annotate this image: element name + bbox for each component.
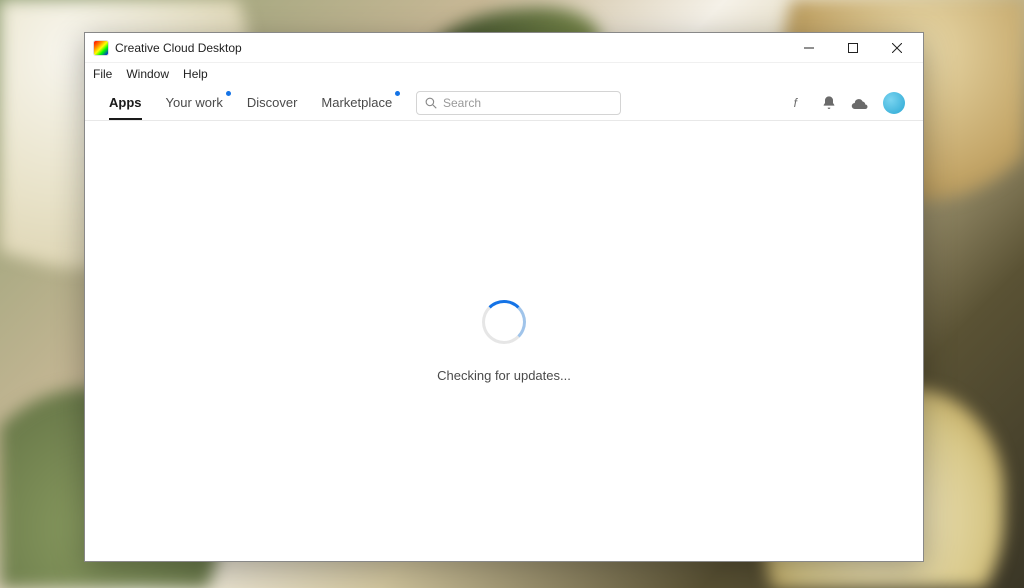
notifications-button[interactable] — [821, 95, 837, 111]
menu-window[interactable]: Window — [126, 67, 169, 81]
tab-marketplace[interactable]: Marketplace — [309, 85, 404, 120]
cloud-icon — [851, 95, 869, 111]
fonts-button[interactable]: f — [791, 95, 807, 111]
loading-spinner-icon — [482, 300, 526, 344]
toolbar-right: f — [791, 92, 905, 114]
window-title: Creative Cloud Desktop — [115, 41, 242, 55]
tab-your-work[interactable]: Your work — [154, 85, 235, 120]
minimize-button[interactable] — [787, 34, 831, 62]
menu-help[interactable]: Help — [183, 67, 208, 81]
close-icon — [892, 43, 902, 53]
content-area: Checking for updates... — [85, 121, 923, 561]
search-icon — [425, 97, 437, 109]
tab-label: Your work — [166, 95, 223, 110]
search-input[interactable] — [443, 96, 612, 110]
font-icon: f — [791, 95, 807, 111]
search-box[interactable] — [416, 91, 621, 115]
bell-icon — [821, 95, 837, 111]
titlebar: Creative Cloud Desktop — [85, 33, 923, 63]
maximize-button[interactable] — [831, 34, 875, 62]
tab-label: Marketplace — [321, 95, 392, 110]
tab-label: Discover — [247, 95, 298, 110]
notification-dot-icon — [226, 91, 231, 96]
tab-label: Apps — [109, 95, 142, 110]
minimize-icon — [804, 43, 814, 53]
svg-text:f: f — [794, 96, 799, 110]
status-message: Checking for updates... — [437, 368, 571, 383]
menubar: File Window Help — [85, 63, 923, 85]
user-avatar[interactable] — [883, 92, 905, 114]
maximize-icon — [848, 43, 858, 53]
notification-dot-icon — [395, 91, 400, 96]
cloud-sync-button[interactable] — [851, 95, 869, 111]
tabbar: Apps Your work Discover Marketplace f — [85, 85, 923, 121]
close-button[interactable] — [875, 34, 919, 62]
app-window: Creative Cloud Desktop File Window Help … — [84, 32, 924, 562]
tab-apps[interactable]: Apps — [97, 85, 154, 120]
menu-file[interactable]: File — [93, 67, 112, 81]
app-icon — [93, 40, 109, 56]
tab-discover[interactable]: Discover — [235, 85, 310, 120]
